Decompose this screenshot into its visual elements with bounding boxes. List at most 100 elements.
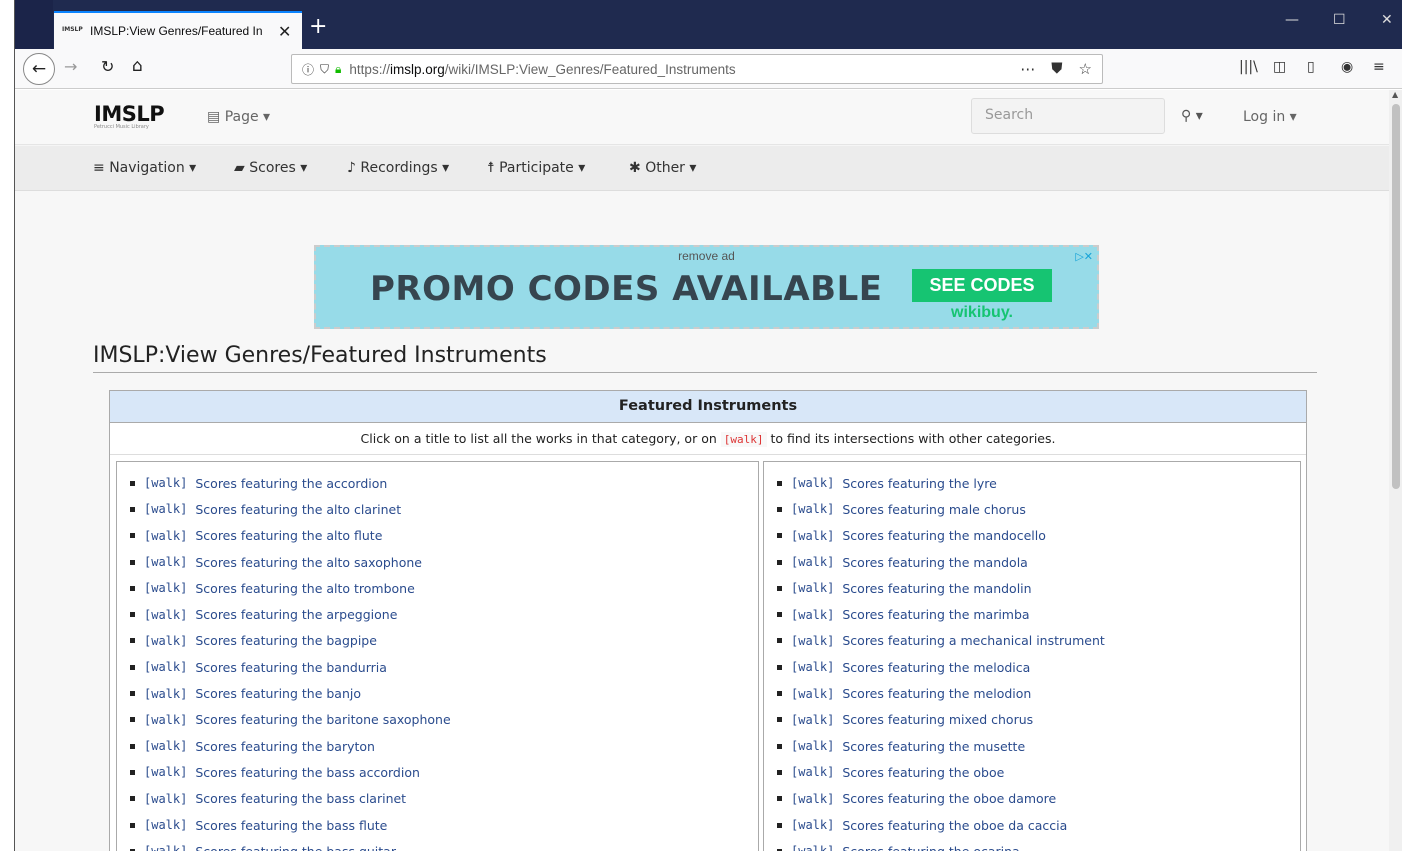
search-button[interactable]: ⚲ ▾: [1181, 108, 1203, 124]
forward-button-icon[interactable]: →: [64, 57, 77, 76]
walk-link[interactable]: [walk]: [144, 502, 187, 516]
walk-link[interactable]: [walk]: [144, 792, 187, 806]
walk-link[interactable]: [walk]: [144, 844, 187, 851]
remove-ad-link[interactable]: remove ad: [316, 249, 1097, 263]
walk-link[interactable]: [walk]: [144, 555, 187, 569]
walk-link[interactable]: [walk]: [791, 608, 834, 622]
category-link[interactable]: Scores featuring the mandocello: [842, 528, 1046, 543]
category-link[interactable]: Scores featuring a mechanical instrument: [842, 633, 1104, 648]
category-link[interactable]: Scores featuring the alto flute: [195, 528, 382, 543]
walk-link[interactable]: [walk]: [144, 581, 187, 595]
back-button-icon[interactable]: ←: [23, 53, 55, 85]
close-tab-icon[interactable]: ✕: [278, 22, 291, 41]
bookmark-star-icon[interactable]: ☆: [1079, 60, 1092, 78]
reader-view-icon[interactable]: ▯: [1307, 59, 1315, 75]
info-icon[interactable]: ⓘ: [302, 61, 314, 78]
walk-link[interactable]: [walk]: [144, 818, 187, 832]
category-link[interactable]: Scores featuring the arpeggione: [195, 607, 397, 622]
category-link[interactable]: Scores featuring the oboe: [842, 765, 1004, 780]
walk-link[interactable]: [walk]: [791, 818, 834, 832]
page-actions-icon[interactable]: ⋯: [1020, 60, 1035, 78]
category-link[interactable]: Scores featuring the bandurria: [195, 660, 387, 675]
ad-choices-icon[interactable]: ▷✕: [1075, 250, 1093, 263]
category-link[interactable]: Scores featuring the baritone saxophone: [195, 712, 450, 727]
menu-navigation[interactable]: ≡ Navigation ▾: [93, 160, 196, 176]
category-link[interactable]: Scores featuring the musette: [842, 739, 1025, 754]
walk-link[interactable]: [walk]: [791, 555, 834, 569]
category-link[interactable]: Scores featuring the ocarina: [842, 844, 1019, 851]
vertical-scrollbar[interactable]: ▲: [1389, 90, 1402, 851]
lock-icon[interactable]: 🔒︎: [335, 62, 341, 77]
account-icon[interactable]: ◉: [1341, 59, 1353, 75]
walk-link[interactable]: [walk]: [144, 476, 187, 490]
walk-link[interactable]: [walk]: [144, 713, 187, 727]
walk-link[interactable]: [walk]: [144, 687, 187, 701]
walk-link[interactable]: [walk]: [791, 713, 834, 727]
home-icon[interactable]: ⌂: [132, 56, 143, 76]
walk-link[interactable]: [walk]: [791, 476, 834, 490]
advertisement-banner[interactable]: remove ad PROMO CODES AVAILABLE SEE CODE…: [314, 245, 1099, 329]
menu-participate[interactable]: ☨ Participate ▾: [487, 160, 585, 176]
category-link[interactable]: Scores featuring the banjo: [195, 686, 361, 701]
library-icon[interactable]: |||\: [1239, 59, 1258, 75]
scroll-up-icon[interactable]: ▲: [1392, 90, 1398, 99]
category-link[interactable]: Scores featuring the oboe da caccia: [842, 818, 1067, 833]
walk-link[interactable]: [walk]: [791, 634, 834, 648]
category-link[interactable]: Scores featuring the bagpipe: [195, 633, 377, 648]
category-link[interactable]: Scores featuring the alto saxophone: [195, 555, 422, 570]
category-link[interactable]: Scores featuring the oboe damore: [842, 791, 1056, 806]
category-link[interactable]: Scores featuring the alto clarinet: [195, 502, 401, 517]
category-link[interactable]: Scores featuring the baryton: [195, 739, 375, 754]
category-link[interactable]: Scores featuring the bass accordion: [195, 765, 420, 780]
category-link[interactable]: Scores featuring the bass flute: [195, 818, 387, 833]
url-bar[interactable]: ⓘ ⛉ 🔒︎ https://imslp.org/wiki/IMSLP:View…: [291, 54, 1103, 84]
walk-link[interactable]: [walk]: [791, 765, 834, 779]
url-text[interactable]: https://imslp.org/wiki/IMSLP:View_Genres…: [349, 62, 735, 77]
reload-icon[interactable]: ↻: [101, 57, 114, 76]
category-link[interactable]: Scores featuring the melodion: [842, 686, 1031, 701]
category-link[interactable]: Scores featuring the bass guitar: [195, 844, 396, 851]
walk-link[interactable]: [walk]: [791, 739, 834, 753]
category-link[interactable]: Scores featuring the bass clarinet: [195, 791, 406, 806]
pocket-icon[interactable]: ⛊: [1051, 60, 1062, 78]
new-tab-button[interactable]: +: [309, 14, 327, 39]
minimize-icon[interactable]: —: [1285, 12, 1299, 28]
menu-recordings[interactable]: ♪ Recordings ▾: [347, 160, 449, 176]
walk-link[interactable]: [walk]: [791, 792, 834, 806]
category-link[interactable]: Scores featuring the melodica: [842, 660, 1030, 675]
category-link[interactable]: Scores featuring the lyre: [842, 476, 996, 491]
category-link[interactable]: Scores featuring male chorus: [842, 502, 1026, 517]
active-tab[interactable]: IMSLP IMSLP:View Genres/Featured In ✕: [54, 11, 302, 49]
page-menu-button[interactable]: ▤ Page ▾: [207, 109, 270, 125]
search-input[interactable]: Search: [971, 98, 1165, 134]
ad-cta-button[interactable]: SEE CODES: [912, 269, 1052, 302]
menu-other[interactable]: ✱ Other ▾: [629, 160, 696, 176]
menu-scores[interactable]: ▰ Scores ▾: [234, 160, 307, 176]
walk-link[interactable]: [walk]: [791, 687, 834, 701]
category-link[interactable]: Scores featuring the accordion: [195, 476, 387, 491]
walk-link[interactable]: [walk]: [791, 660, 834, 674]
category-link[interactable]: Scores featuring the alto trombone: [195, 581, 414, 596]
sidebar-icon[interactable]: ◫: [1273, 59, 1286, 75]
walk-link[interactable]: [walk]: [791, 529, 834, 543]
walk-link[interactable]: [walk]: [791, 502, 834, 516]
walk-link[interactable]: [walk]: [144, 765, 187, 779]
menu-icon[interactable]: ≡: [1373, 59, 1385, 75]
category-link[interactable]: Scores featuring the mandolin: [842, 581, 1031, 596]
walk-link[interactable]: [walk]: [791, 844, 834, 851]
category-link[interactable]: Scores featuring the mandola: [842, 555, 1027, 570]
close-window-icon[interactable]: ✕: [1381, 12, 1393, 28]
login-menu[interactable]: Log in ▾: [1243, 109, 1297, 125]
walk-link[interactable]: [walk]: [144, 634, 187, 648]
category-link[interactable]: Scores featuring mixed chorus: [842, 712, 1033, 727]
walk-link[interactable]: [walk]: [144, 608, 187, 622]
site-logo[interactable]: IMSLP Petrucci Music Library: [94, 102, 165, 130]
walk-link[interactable]: [walk]: [791, 581, 834, 595]
tracking-protection-icon[interactable]: ⛉: [320, 62, 329, 77]
category-link[interactable]: Scores featuring the marimba: [842, 607, 1029, 622]
walk-link[interactable]: [walk]: [144, 529, 187, 543]
walk-link[interactable]: [walk]: [144, 660, 187, 674]
walk-link[interactable]: [walk]: [144, 739, 187, 753]
scrollbar-thumb[interactable]: [1392, 104, 1400, 489]
maximize-icon[interactable]: ☐: [1333, 12, 1346, 28]
